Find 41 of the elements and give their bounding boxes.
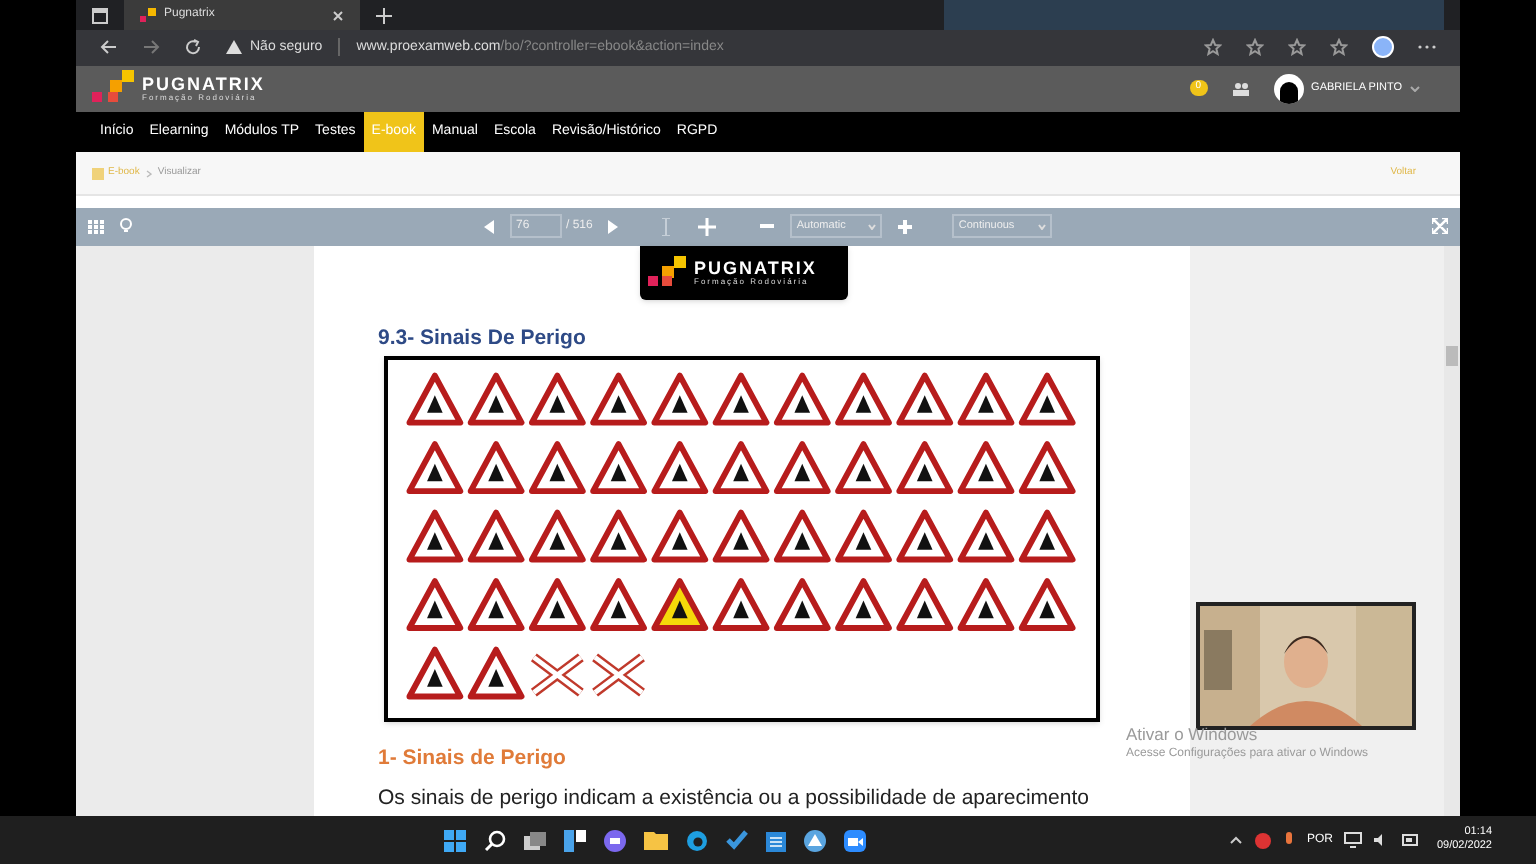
chevron-right-icon (145, 169, 152, 178)
video-call-icon[interactable] (844, 829, 867, 851)
book-icon (92, 167, 104, 180)
caret-icon (1410, 85, 1420, 92)
section-title: 9.3- Sinais De Perigo (378, 323, 586, 354)
tab-actions-icon[interactable] (92, 7, 108, 23)
logo-name: PUGNATRIX (694, 259, 817, 278)
paragraph: Os sinais de perigo indicam a existência ou a possibilidade de aparecimento (378, 784, 1089, 815)
logo-icon (140, 7, 156, 23)
search-icon[interactable] (484, 829, 507, 851)
chat-icon[interactable] (604, 829, 627, 851)
chevron-up-icon[interactable] (1230, 836, 1243, 844)
folder-icon[interactable] (644, 830, 669, 850)
drive-icon[interactable] (804, 829, 827, 851)
microphone-icon[interactable] (1284, 831, 1295, 849)
caret-icon (868, 223, 877, 230)
widgets-icon[interactable] (564, 829, 587, 851)
avatar-icon (1273, 73, 1304, 104)
checkmark-icon[interactable] (726, 830, 749, 850)
network-icon[interactable] (1344, 832, 1363, 848)
users-icon[interactable] (1231, 81, 1250, 96)
start-icon[interactable] (444, 829, 467, 851)
refresh-icon[interactable] (184, 38, 202, 57)
subheading: 1- Sinais de Perigo (378, 744, 566, 775)
activation-title: Ativar o Windows (1126, 721, 1260, 747)
more-icon[interactable] (1418, 44, 1436, 51)
task-view-icon[interactable] (524, 829, 547, 851)
forward-icon[interactable] (142, 38, 160, 57)
logo-icon (92, 70, 136, 107)
logo-name: PUGNATRIX (142, 75, 265, 94)
back-icon[interactable] (100, 38, 118, 57)
close-icon[interactable] (332, 9, 344, 21)
battery-icon[interactable] (1402, 834, 1421, 846)
profile-avatar[interactable] (1372, 36, 1394, 59)
logo-icon (648, 256, 688, 289)
caret-icon (1038, 223, 1047, 230)
calendar-icon[interactable] (766, 829, 787, 851)
warning-icon (226, 40, 242, 55)
favorite-icon[interactable] (1246, 38, 1264, 57)
new-tab-icon[interactable] (376, 7, 392, 23)
browser-icon[interactable] (686, 829, 709, 851)
